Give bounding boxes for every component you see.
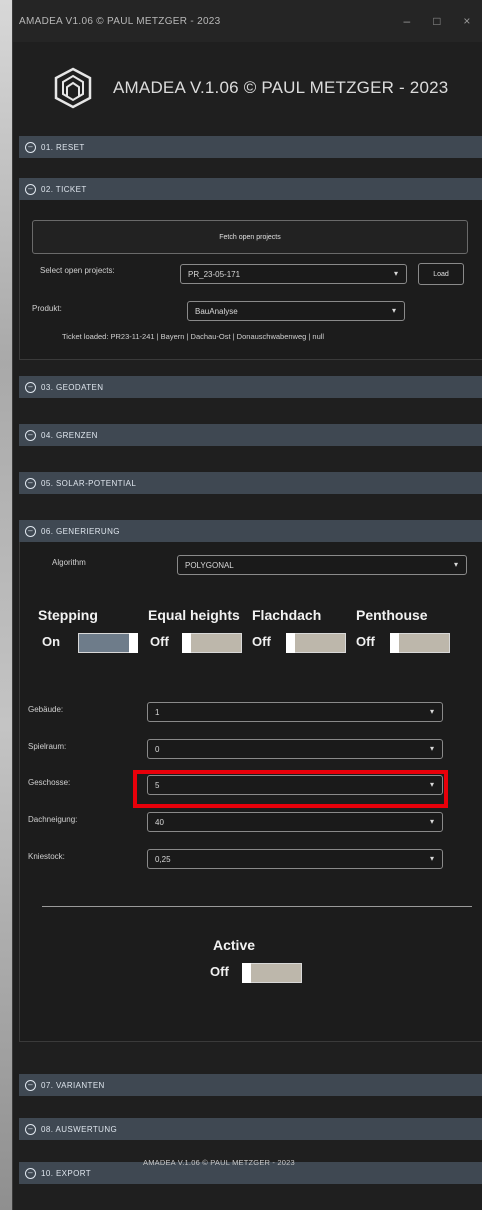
section-divider [42, 906, 472, 907]
equal-heights-title: Equal heights [148, 607, 240, 623]
section-ticket: – 02. TICKET Fetch open projects Select … [19, 178, 482, 360]
collapse-icon: – [25, 381, 36, 393]
toggle-knob [286, 633, 295, 653]
collapse-icon: – [25, 477, 36, 489]
chevron-down-icon: ▾ [429, 707, 434, 716]
close-button[interactable]: × [452, 14, 482, 28]
produkt-select[interactable]: BauAnalyse ▾ [187, 301, 405, 321]
section-title: 01. RESET [41, 142, 85, 152]
collapse-icon: – [25, 1079, 36, 1091]
stepping-toggle[interactable] [78, 633, 138, 653]
project-select[interactable]: PR_23-05-171 ▾ [180, 264, 407, 284]
penthouse-toggle[interactable] [390, 633, 450, 653]
algorithm-select-value: POLYGONAL [185, 560, 234, 570]
penthouse-state: Off [356, 634, 375, 649]
section-title: 10. EXPORT [41, 1168, 92, 1178]
chevron-down-icon: ▾ [391, 306, 396, 315]
ticket-panel: Fetch open projects Select open projects… [19, 200, 482, 360]
equal-heights-state: Off [150, 634, 169, 649]
toggle-knob [390, 633, 399, 653]
stepping-state: On [42, 634, 61, 649]
section-reset: – 01. RESET [19, 136, 482, 158]
chevron-down-icon: ▾ [429, 744, 434, 753]
kniestock-select[interactable]: 0,25 ▾ [147, 849, 443, 869]
toggle-knob [242, 963, 251, 983]
active-toggle[interactable] [242, 963, 302, 983]
dachneigung-label: Dachneigung: [28, 815, 78, 824]
equal-heights-toggle[interactable] [182, 633, 242, 653]
section-header-grenzen[interactable]: – 04. GRENZEN [19, 424, 482, 446]
produkt-select-value: BauAnalyse [195, 306, 238, 316]
section-varianten: – 07. VARIANTEN [19, 1074, 482, 1096]
gebaeude-value: 1 [155, 707, 160, 717]
project-select-value: PR_23-05-171 [188, 269, 241, 279]
produkt-label: Produkt: [32, 304, 62, 313]
active-state: Off [210, 964, 229, 979]
flachdach-toggle[interactable] [286, 633, 346, 653]
geschosse-label: Geschosse: [28, 778, 71, 787]
select-projects-label: Select open projects: [40, 266, 115, 275]
collapse-icon: – [25, 183, 36, 195]
maximize-button[interactable]: □ [422, 14, 452, 28]
collapse-icon: – [25, 429, 36, 441]
chevron-down-icon: ▾ [429, 854, 434, 863]
chevron-down-icon: ▾ [429, 817, 434, 826]
app-title: AMADEA V.1.06 © PAUL METZGER - 2023 [113, 78, 449, 97]
section-auswertung: – 08. AUSWERTUNG [19, 1118, 482, 1140]
section-title: 06. GENERIERUNG [41, 526, 120, 536]
dachneigung-value: 40 [155, 817, 164, 827]
spielraum-label: Spielraum: [28, 742, 67, 751]
algorithm-label: Algorithm [52, 558, 86, 567]
fetch-open-projects-button[interactable]: Fetch open projects [32, 220, 468, 254]
window-title: AMADEA V1.06 © PAUL METZGER - 2023 [19, 15, 221, 27]
section-header-reset[interactable]: – 01. RESET [19, 136, 482, 158]
toggle-knob [129, 633, 138, 653]
dachneigung-select[interactable]: 40 ▾ [147, 812, 443, 832]
section-title: 02. TICKET [41, 184, 87, 194]
title-bar: AMADEA V1.06 © PAUL METZGER - 2023 – □ × [13, 0, 482, 42]
chevron-down-icon: ▾ [393, 269, 398, 278]
amadea-logo-icon [51, 66, 95, 110]
section-title: 08. AUSWERTUNG [41, 1124, 118, 1134]
app-window: AMADEA V1.06 © PAUL METZGER - 2023 – □ ×… [12, 0, 482, 1210]
section-title: 03. GEODATEN [41, 382, 104, 392]
ticket-loaded-info: Ticket loaded: PR23-11-241 | Bayern | Da… [62, 332, 325, 341]
section-grenzen: – 04. GRENZEN [19, 424, 482, 446]
collapse-icon: – [25, 141, 36, 153]
section-header-auswertung[interactable]: – 08. AUSWERTUNG [19, 1118, 482, 1140]
kniestock-label: Kniestock: [28, 852, 65, 861]
chevron-down-icon: ▾ [453, 560, 458, 569]
section-solar-potential: – 05. SOLAR-POTENTIAL [19, 472, 482, 494]
spielraum-select[interactable]: 0 ▾ [147, 739, 443, 759]
algorithm-select[interactable]: POLYGONAL ▾ [177, 555, 467, 575]
app-header: AMADEA V.1.06 © PAUL METZGER - 2023 [13, 42, 482, 134]
flachdach-state: Off [252, 634, 271, 649]
active-title: Active [213, 937, 256, 953]
minimize-button[interactable]: – [392, 14, 422, 28]
section-header-generierung[interactable]: – 06. GENERIERUNG [19, 520, 482, 542]
toggle-knob [182, 633, 191, 653]
collapse-icon: – [25, 1123, 36, 1135]
gebaeude-select[interactable]: 1 ▾ [147, 702, 443, 722]
highlight-box [133, 770, 448, 808]
section-header-solar[interactable]: – 05. SOLAR-POTENTIAL [19, 472, 482, 494]
section-title: 05. SOLAR-POTENTIAL [41, 478, 137, 488]
section-header-ticket[interactable]: – 02. TICKET [19, 178, 482, 200]
flachdach-title: Flachdach [252, 607, 322, 623]
spielraum-value: 0 [155, 744, 160, 754]
section-header-geodaten[interactable]: – 03. GEODATEN [19, 376, 482, 398]
gebaeude-label: Gebäude: [28, 705, 64, 714]
footer-copyright: AMADEA V.1.06 © PAUL METZGER - 2023 [143, 1158, 295, 1167]
section-title: 07. VARIANTEN [41, 1080, 105, 1090]
stepping-title: Stepping [38, 607, 98, 623]
load-button[interactable]: Load [418, 263, 464, 285]
kniestock-value: 0,25 [155, 854, 171, 864]
section-title: 04. GRENZEN [41, 430, 98, 440]
section-header-varianten[interactable]: – 07. VARIANTEN [19, 1074, 482, 1096]
penthouse-title: Penthouse [356, 607, 428, 623]
collapse-icon: – [25, 525, 36, 537]
collapse-icon: – [25, 1167, 36, 1179]
section-geodaten: – 03. GEODATEN [19, 376, 482, 398]
